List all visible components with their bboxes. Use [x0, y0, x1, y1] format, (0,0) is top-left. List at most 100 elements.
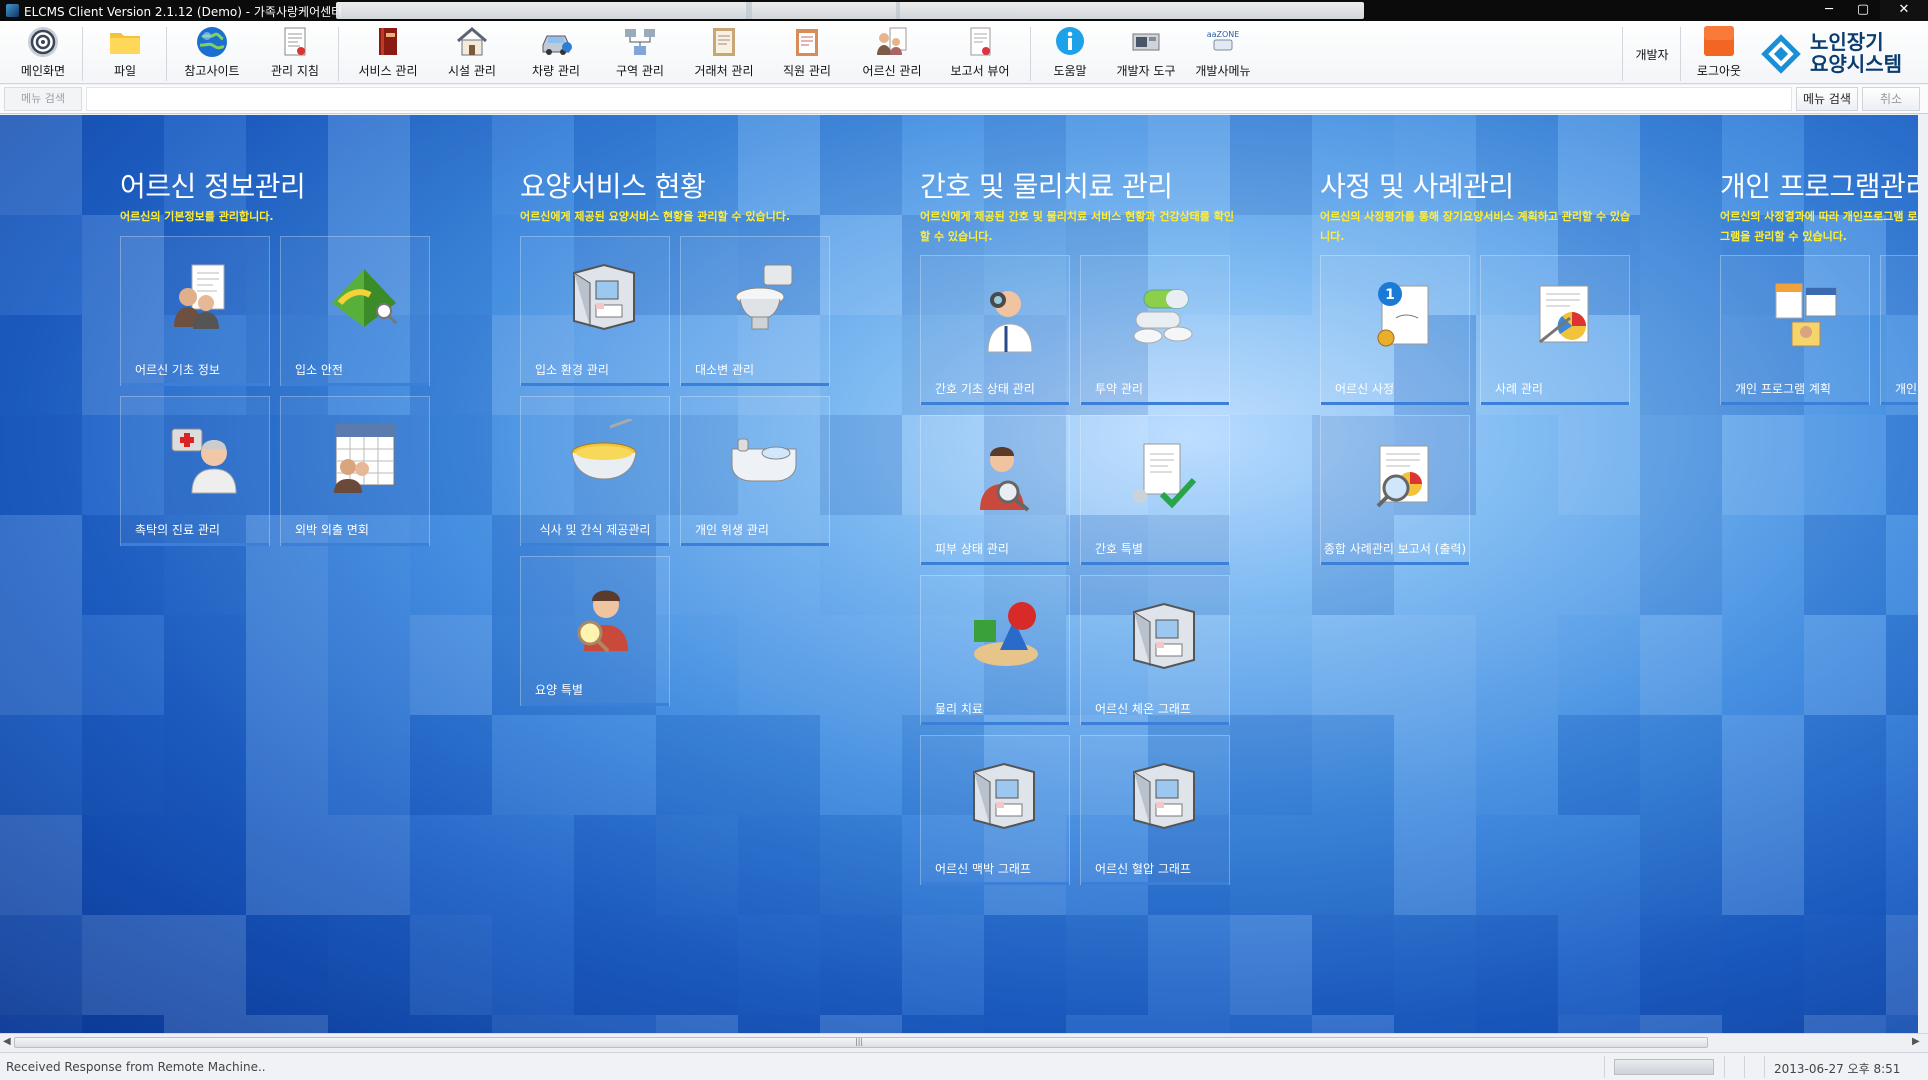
card-pulse-graph[interactable]: 어르신 맥박 그래프: [920, 735, 1070, 885]
toolbar-devtools-button[interactable]: 개발자 도구: [1110, 25, 1182, 81]
care-search-icon: [577, 590, 628, 653]
toolbar-vehicle-button[interactable]: 차량 관리: [520, 25, 592, 81]
toolbar-help-button[interactable]: 도움말: [1036, 25, 1104, 81]
toolbar-guideline-button[interactable]: 관리 지침: [258, 25, 332, 81]
toolbar-elder-button[interactable]: 어르신 관리: [852, 25, 932, 81]
card-program-plan[interactable]: 개인 프로그램 계획: [1720, 255, 1870, 405]
card-toilet[interactable]: 대소변 관리: [680, 236, 830, 386]
close-button[interactable]: ✕: [1880, 0, 1928, 21]
card-nursing-special[interactable]: 간호 특별: [1080, 415, 1230, 565]
background-tile: [1476, 415, 1558, 515]
vertical-scrollbar[interactable]: [1918, 115, 1928, 1033]
scroll-right-icon[interactable]: ▶: [1912, 1036, 1920, 1047]
card-label: 식사 및 간식 제공관리: [539, 523, 651, 537]
background-tile: [1148, 915, 1230, 1015]
background-tile: [1640, 415, 1722, 515]
menu-search-input[interactable]: [86, 87, 1792, 111]
background-tile: [902, 915, 984, 1015]
card-case-management[interactable]: 사례 관리: [1480, 255, 1630, 405]
background-tile: [820, 615, 902, 715]
card-label: 입소 안전: [295, 363, 343, 377]
toolbar-file-button[interactable]: 파일: [88, 25, 162, 81]
card-skin-condition[interactable]: 피부 상태 관리: [920, 415, 1070, 565]
card-label: 대소변 관리: [695, 363, 755, 377]
background-tile: [82, 1015, 164, 1033]
minimize-button[interactable]: ─: [1812, 0, 1846, 21]
background-tile: [246, 1015, 328, 1033]
people-doc-icon: [877, 27, 907, 55]
toolbar-zone-button[interactable]: 구역 관리: [604, 25, 676, 81]
background-tile: [820, 515, 902, 615]
card-physical-therapy[interactable]: 물리 치료: [920, 575, 1070, 725]
background-tile: [1640, 615, 1722, 715]
card-blood-pressure-graph[interactable]: 어르신 혈압 그래프: [1080, 735, 1230, 885]
card-overnight-visit[interactable]: 외박 외출 면회: [280, 396, 430, 546]
card-elder-assessment[interactable]: 1 어르신 사정: [1320, 255, 1470, 405]
toolbar-client-button[interactable]: 거래처 관리: [686, 25, 762, 81]
background-tile: [1312, 615, 1394, 715]
card-bar: [1081, 562, 1229, 565]
card-bar: [1321, 402, 1469, 405]
toolbar-facility-button[interactable]: 시설 관리: [436, 25, 508, 81]
card-medication[interactable]: 투약 관리: [1080, 255, 1230, 405]
background-tile: [1230, 315, 1312, 415]
card-room-environment[interactable]: 입소 환경 관리: [520, 236, 670, 386]
card-bar: [681, 383, 829, 386]
background-tile: [1394, 815, 1476, 915]
toolbar-label: 직원 관리: [783, 64, 831, 78]
card-case-report[interactable]: 종합 사례관리 보고서 (출력): [1320, 415, 1470, 565]
background-tile: [328, 115, 410, 215]
toolbar-label: 참고사이트: [184, 64, 240, 78]
card-bar: [1321, 562, 1469, 565]
card-elder-basic-info[interactable]: 어르신 기초 정보: [120, 236, 270, 386]
background-tile: [410, 615, 492, 715]
background-tile: [1804, 415, 1886, 515]
window-title: ELCMS Client Version 2.1.12 (Demo) - 가족사…: [24, 5, 343, 19]
maximize-button[interactable]: ▢: [1846, 0, 1880, 21]
program-plan-icon: [1775, 283, 1837, 347]
background-tile: [1394, 715, 1476, 815]
card-bar: [681, 543, 829, 546]
background-tile: [82, 615, 164, 715]
menu-search-button[interactable]: 메뉴 검색: [1796, 87, 1858, 111]
card-temperature-graph[interactable]: 어르신 체온 그래프: [1080, 575, 1230, 725]
toolbar-report-viewer-button[interactable]: 보고서 뷰어: [942, 25, 1018, 81]
toolbar-main-button[interactable]: 메인화면: [8, 25, 78, 81]
toolbar-staff-button[interactable]: 직원 관리: [770, 25, 844, 81]
card-admission-safety[interactable]: 입소 안전: [280, 236, 430, 386]
background-tile: [1804, 915, 1886, 1015]
toolbar-reference-site-button[interactable]: 참고사이트: [172, 25, 252, 81]
background-tile: [0, 115, 82, 215]
card-care-special[interactable]: 요양 특별: [520, 556, 670, 706]
card-bar: [1081, 882, 1229, 885]
background-tile: [1558, 615, 1640, 715]
toolbar-service-button[interactable]: 서비스 관리: [348, 25, 428, 81]
toolbar-label: 관리 지침: [271, 64, 319, 78]
status-bar: Received Response from Remote Machine.. …: [0, 1052, 1928, 1080]
card-bar: [281, 383, 429, 386]
card-bar: [921, 722, 1069, 725]
logout-icon: [1704, 26, 1734, 56]
room-icon: [973, 762, 1035, 830]
background-tile: [1640, 815, 1722, 915]
card-doctor-care[interactable]: 촉탁의 진료 관리: [120, 396, 270, 546]
horizontal-scrollbar[interactable]: ◀ ||| ▶: [0, 1033, 1928, 1051]
card-bar: [1481, 402, 1629, 405]
card-nursing-basic[interactable]: 간호 기초 상태 관리: [920, 255, 1070, 405]
card-bar: [281, 543, 429, 546]
scroll-left-icon[interactable]: ◀: [3, 1036, 11, 1047]
card-label: 간호 기초 상태 관리: [935, 382, 1035, 396]
background-tile: [656, 815, 738, 915]
background-tile: [0, 415, 82, 515]
cancel-button[interactable]: 취소: [1862, 87, 1920, 111]
card-meal-snack[interactable]: 식사 및 간식 제공관리: [520, 396, 670, 546]
toolbar-devmenu-button[interactable]: aaZONE 개발사메뉴: [1186, 25, 1260, 81]
background-tile: [738, 615, 820, 715]
background-tile: [164, 915, 246, 1015]
card-label: 촉탁의 진료 관리: [135, 523, 220, 537]
background-tile: [0, 215, 82, 315]
card-personal-hygiene[interactable]: 개인 위생 관리: [680, 396, 830, 546]
card-program[interactable]: 개인: [1880, 255, 1918, 405]
logout-button[interactable]: 로그아웃: [1688, 25, 1750, 81]
card-label: 물리 치료: [935, 702, 983, 716]
